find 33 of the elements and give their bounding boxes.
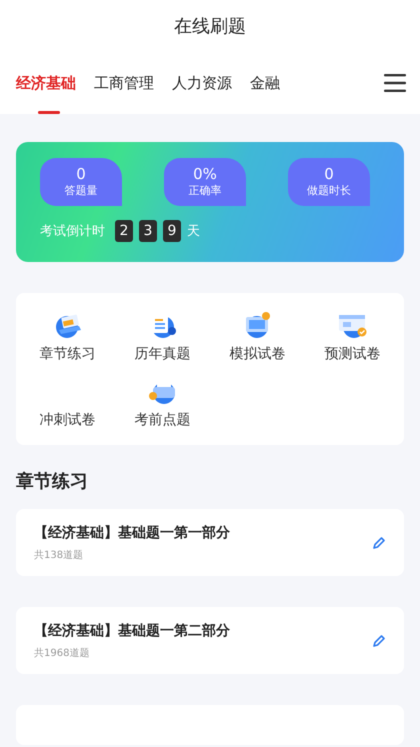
countdown-label: 考试倒计时	[40, 223, 105, 240]
practice-title: 【经济基础】基础题一第一部分	[34, 524, 231, 542]
stat-value: 0	[324, 165, 334, 183]
stat-label: 正确率	[188, 183, 222, 199]
mode-label[interactable]: 模拟试卷	[230, 345, 286, 363]
countdown-digit: 2	[115, 220, 133, 242]
mode-label[interactable]: 冲刺试卷	[40, 411, 96, 429]
mode-label[interactable]: 历年真题	[134, 345, 190, 363]
stat-label: 做题时长	[307, 183, 351, 199]
practice-card[interactable]: 【经济基础】基础题一第一部分 共138道题	[16, 509, 404, 576]
practice-title: 【经济基础】基础题一第二部分	[34, 622, 231, 640]
mode-label[interactable]: 章节练习	[40, 345, 96, 363]
question-count: 共1968道题	[34, 646, 90, 660]
browser-window-icon[interactable]	[336, 313, 368, 339]
stat-value: 0%	[193, 165, 217, 183]
page-title: 在线刷题	[173, 15, 247, 39]
category-tab[interactable]: 经济基础	[16, 52, 92, 114]
question-count: 共138道题	[34, 548, 84, 562]
stat-value: 0	[76, 165, 86, 183]
mode-label[interactable]: 考前点题	[134, 411, 190, 429]
section-title: 章节练习	[16, 470, 89, 493]
countdown-digit: 9	[163, 220, 181, 242]
stat-label: 答题量	[64, 183, 98, 199]
pencil-icon[interactable]	[372, 536, 386, 550]
pencil-icon[interactable]	[372, 634, 386, 648]
category-tab[interactable]: 工商管理	[94, 52, 170, 114]
practice-card[interactable]: 【经济基础】基础题一第二部分 共1968道题	[16, 607, 404, 674]
countdown-digit: 3	[139, 220, 157, 242]
category-tab[interactable]: 人力资源	[172, 52, 248, 114]
countdown-unit: 天	[187, 223, 200, 240]
menu-icon[interactable]	[384, 74, 406, 92]
category-tab[interactable]: 金融	[250, 52, 296, 114]
mode-label[interactable]: 预测试卷	[324, 345, 380, 363]
